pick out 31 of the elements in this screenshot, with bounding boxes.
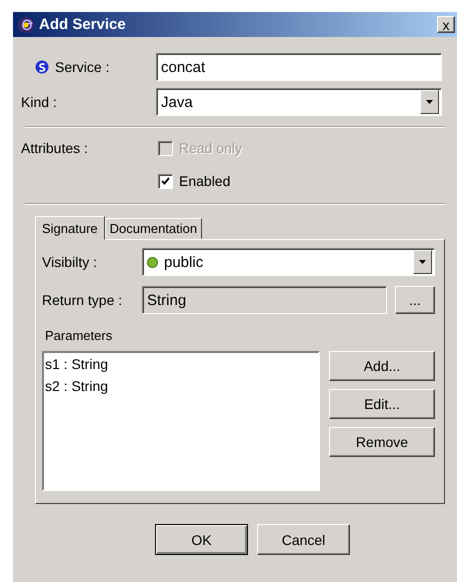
browse-button[interactable]: ... (395, 286, 435, 314)
section-label: Parameters (45, 328, 114, 343)
service-icon (35, 60, 49, 74)
checkmark-icon (161, 176, 170, 186)
list-item[interactable]: s1 : String (45, 353, 317, 375)
visibility-dropdown[interactable]: public (142, 248, 435, 276)
dialog-button[interactable]: OK (155, 524, 248, 555)
checkbox-label: Enabled (179, 173, 230, 189)
tab[interactable]: Documentation (104, 218, 202, 239)
dropdown-arrow-icon (426, 100, 433, 104)
field-label: Service : (55, 59, 110, 75)
service-input[interactable]: concat (156, 53, 442, 81)
field-label: Kind : (21, 94, 58, 110)
return-type-input[interactable]: String (142, 286, 387, 314)
list-action-button[interactable]: Edit... (329, 389, 435, 419)
list-action-button[interactable]: Remove (329, 427, 435, 457)
dot-icon (147, 256, 158, 268)
spiral-app-icon (17, 16, 35, 34)
checkbox[interactable] (158, 174, 173, 188)
window-title: Add Service (39, 16, 127, 33)
list-item[interactable]: s2 : String (45, 375, 317, 397)
close-button[interactable]: x (437, 16, 455, 33)
list-action-button[interactable]: Add... (329, 351, 435, 381)
kind-dropdown[interactable]: Java (156, 88, 442, 116)
dropdown-arrow-icon (419, 260, 426, 264)
dialog-button[interactable]: Cancel (257, 524, 350, 555)
field-label: Return type : (42, 292, 124, 308)
field-label: Visibilty : (42, 254, 98, 270)
tab[interactable]: Signature (35, 216, 105, 240)
field-label: Attributes : (21, 139, 89, 156)
parameter-list[interactable]: s1 : String s2 : String (42, 351, 320, 491)
